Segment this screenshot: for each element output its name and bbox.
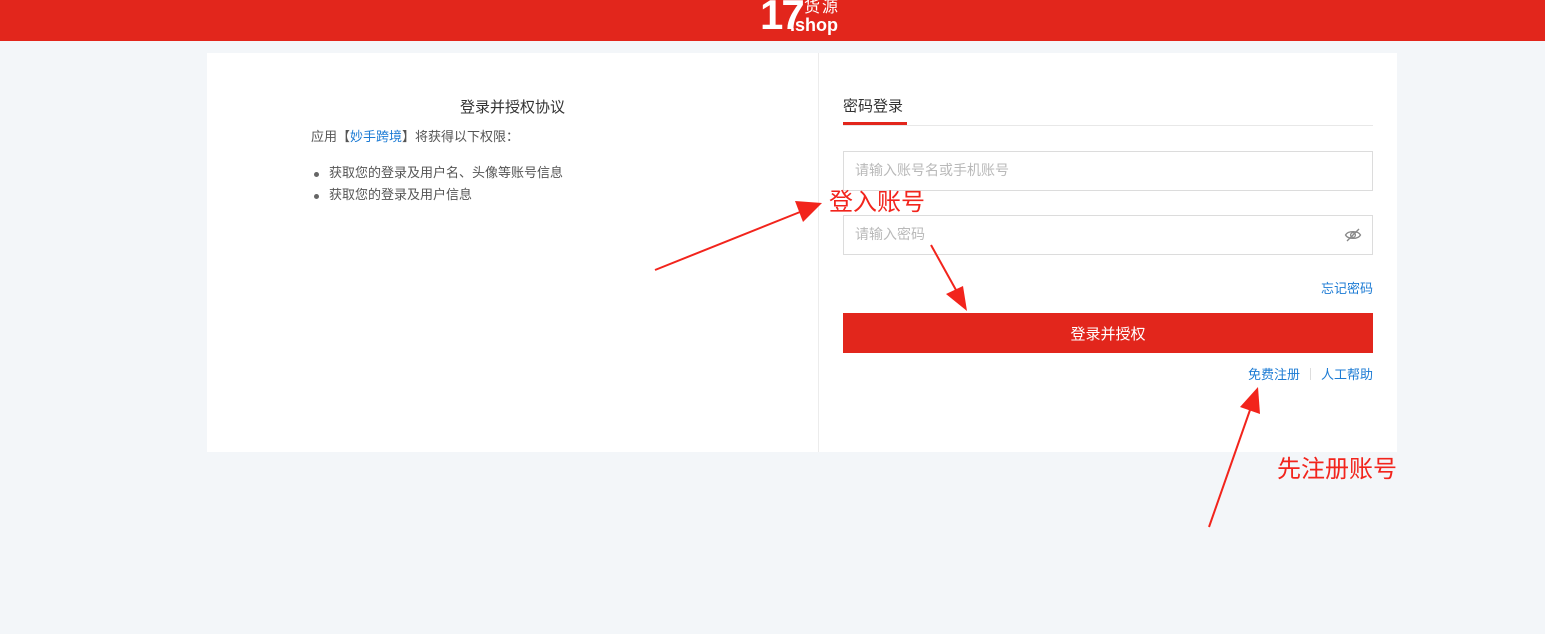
arrow-to-account-line — [654, 211, 801, 271]
arrow-to-button-head — [946, 286, 967, 311]
arrow-to-register-head — [1240, 387, 1260, 414]
annotation-login-note: 登入账号 — [829, 188, 925, 216]
arrow-to-account-head — [795, 201, 822, 222]
arrow-to-register-line — [1208, 409, 1251, 528]
arrow-to-button-line — [930, 244, 957, 291]
annotation-register-note: 先注册账号 — [1277, 455, 1397, 483]
annotation-arrows — [654, 201, 1260, 528]
